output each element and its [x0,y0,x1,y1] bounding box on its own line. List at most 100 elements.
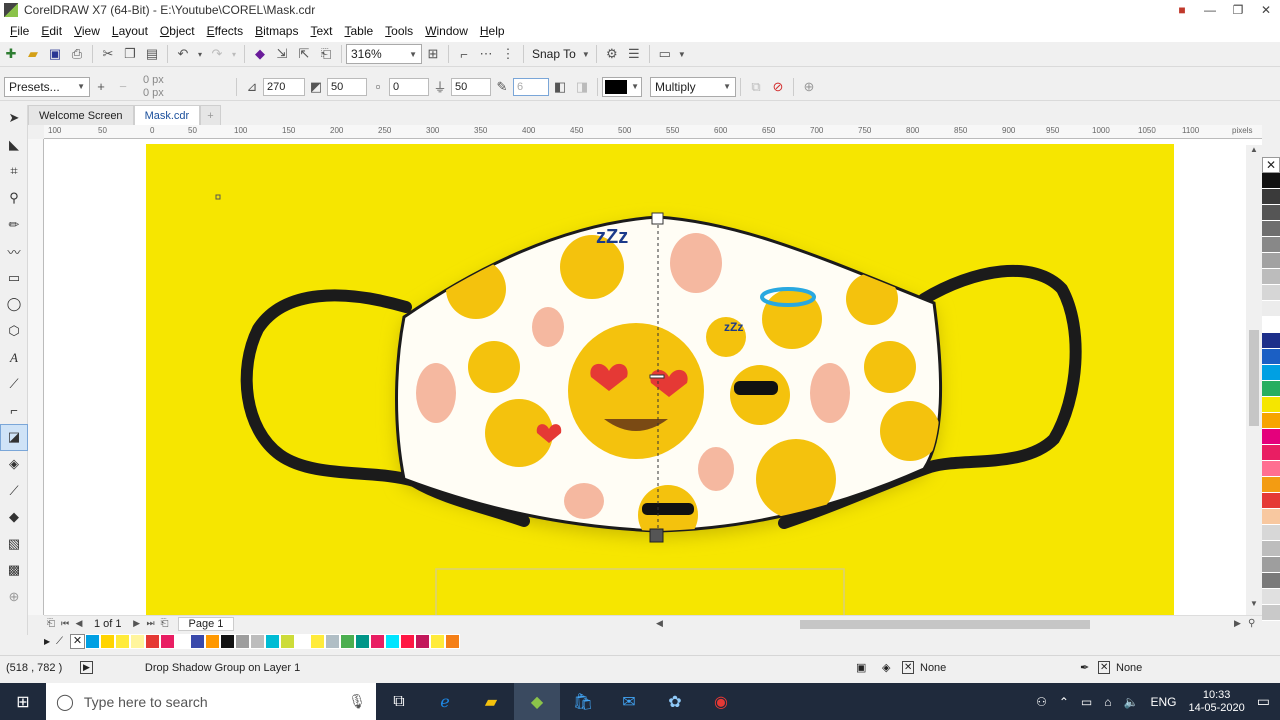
interactive-fill-icon[interactable]: ◆ [0,504,28,531]
transparency-icon[interactable]: ◨ [571,77,593,97]
document-palette-swatch[interactable] [190,634,205,649]
mesh-fill-icon[interactable]: ▩ [0,557,28,584]
outline-pen-icon[interactable]: ✒ [1080,661,1089,674]
shadow-stretch-field[interactable]: 0 [389,77,429,96]
coreldraw-taskbar-icon[interactable]: ◆ [514,683,560,720]
eyedropper-icon[interactable]: ⟋ [56,636,70,647]
palette-swatch[interactable] [1262,573,1280,589]
document-palette-swatch[interactable] [445,634,460,649]
fill-bucket-icon[interactable]: ◈ [882,661,890,674]
snap-to-label[interactable]: Snap To [528,47,580,61]
document-palette-swatch[interactable] [340,634,355,649]
palette-swatch[interactable] [1262,557,1280,573]
merge-mode-combo[interactable]: Multiply ▼ [650,76,736,97]
people-icon[interactable]: ⚇ [1036,695,1047,709]
drop-shadow-tool-icon[interactable]: ◪ [0,424,28,451]
document-palette-swatch[interactable] [100,634,115,649]
maximize-button[interactable]: ❐ [1224,0,1252,20]
vertical-scrollbar[interactable]: ▲ ▼ [1246,145,1262,615]
paste-icon[interactable]: ▤ [141,44,163,64]
menu-window[interactable]: Window [419,20,474,42]
full-screen-preview-icon[interactable]: ⊞ [422,44,444,64]
document-palette-swatch[interactable] [250,634,265,649]
tab-welcome-screen[interactable]: Welcome Screen [28,105,134,125]
add-page-after-icon[interactable]: ⎗ [158,614,172,634]
document-palette-swatch[interactable] [85,634,100,649]
crop-tool-icon[interactable]: ⌗ [0,158,28,185]
palette-swatch[interactable] [1262,589,1280,605]
menu-object[interactable]: Object [154,20,201,42]
save-icon[interactable]: ▣ [44,44,66,64]
shadow-opacity-slider[interactable] [649,374,665,379]
presets-combo[interactable]: Presets... ▼ [4,76,90,97]
shadow-angle-field[interactable]: 270 [263,77,305,96]
palette-swatch[interactable] [1262,477,1280,493]
tab-mask-cdr[interactable]: Mask.cdr [133,105,201,125]
drawing-canvas[interactable]: zZz zZz [44,139,1262,615]
palette-swatch[interactable] [1262,269,1280,285]
undo-icon[interactable]: ↶ [172,44,194,64]
menu-text[interactable]: Text [304,20,338,42]
parallel-dimension-icon[interactable]: ⟋ [0,371,28,398]
page-tab[interactable]: Page 1 [177,616,235,631]
palette-swatch[interactable] [1262,605,1280,621]
minimize-button[interactable]: — [1196,0,1224,20]
quick-customize-icon[interactable]: ⊕ [798,77,820,97]
redo-dropdown-icon[interactable]: ▾ [228,44,240,64]
copy-icon[interactable]: ❐ [119,44,141,64]
redo-icon[interactable]: ↷ [206,44,228,64]
mail-icon[interactable]: ✉ [606,683,652,720]
palette-swatch[interactable] [1262,461,1280,477]
palette-swatch[interactable] [1262,525,1280,541]
document-palette-swatch[interactable] [355,634,370,649]
document-palette-swatch[interactable] [115,634,130,649]
add-page-before-icon[interactable]: ⎗ [44,614,58,634]
palette-swatch[interactable] [1262,349,1280,365]
first-page-icon[interactable]: ⏮ [58,614,72,634]
user-icon[interactable]: ■ [1168,0,1196,20]
search-content-icon[interactable]: ◆ [249,44,271,64]
document-palette-swatch[interactable] [415,634,430,649]
document-palette-swatch[interactable] [280,634,295,649]
scroll-up-icon[interactable]: ▲ [1246,145,1262,159]
tray-expand-icon[interactable]: ⌃ [1059,695,1069,709]
store-icon[interactable]: 🛍 [560,683,606,720]
shadow-start-handle[interactable] [651,212,664,225]
pick-tool-icon[interactable]: ➤ [0,105,28,132]
palette-swatch[interactable] [1262,253,1280,269]
vertical-ruler[interactable] [28,139,44,615]
palette-swatch[interactable] [1262,333,1280,349]
polygon-tool-icon[interactable]: ⬡ [0,318,28,345]
cut-icon[interactable]: ✂ [97,44,119,64]
new-tab-button[interactable]: + [200,105,221,125]
copy-shadow-icon[interactable]: ⧉ [745,77,767,97]
zoom-tool-icon[interactable]: ⚲ [0,185,28,212]
shadow-opacity-field[interactable]: 50 [327,77,367,96]
no-color-swatch[interactable]: ✕ [1262,157,1280,173]
publish-pdf-icon[interactable]: ⎗ [315,44,337,64]
file-explorer-icon[interactable]: ▰ [468,683,514,720]
menu-bitmaps[interactable]: Bitmaps [249,20,304,42]
show-grid-icon[interactable]: ⋯ [475,44,497,64]
transparency-tool-icon[interactable]: ◈ [0,451,28,478]
palette-swatch[interactable] [1262,541,1280,557]
artistic-media-icon[interactable]: 〰 [0,238,28,265]
text-tool-icon[interactable]: A [0,344,28,371]
palette-swatch[interactable] [1262,237,1280,253]
shadow-color-picker[interactable]: ▼ [602,76,642,97]
remove-preset-icon[interactable]: − [112,77,134,97]
close-button[interactable]: ✕ [1252,0,1280,20]
menu-layout[interactable]: Layout [106,20,154,42]
previous-page-icon[interactable]: ◀ [72,614,86,634]
taskbar-search[interactable]: ◯ Type here to search 🎙 [46,683,376,720]
microphone-icon[interactable]: 🎙 [348,693,366,710]
text-frame-outline[interactable] [435,568,845,615]
palette-swatch[interactable] [1262,189,1280,205]
palette-swatch[interactable] [1262,365,1280,381]
document-palette-swatch[interactable] [235,634,250,649]
last-page-icon[interactable]: ⏭ [144,614,158,634]
menu-effects[interactable]: Effects [201,20,249,42]
palette-flyout-icon[interactable]: ▶ [44,637,56,646]
feather-edges-icon[interactable]: ◧ [549,77,571,97]
document-palette-swatch[interactable] [265,634,280,649]
